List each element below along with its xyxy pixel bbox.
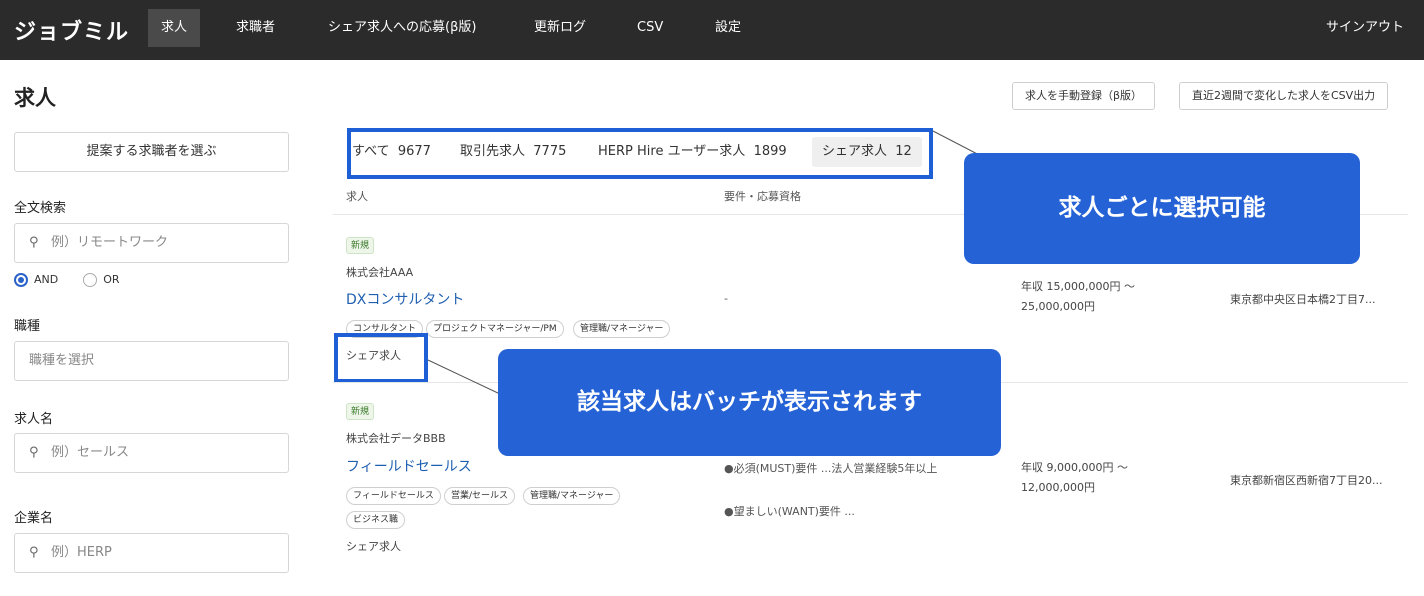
salary-line: 12,000,000円 [1021, 481, 1095, 494]
signout-link[interactable]: サインアウト [1326, 9, 1404, 47]
callout-badge-shown: 該当求人はバッチが表示されます [498, 349, 1001, 456]
manual-register-button[interactable]: 求人を手動登録（β版） [1012, 82, 1156, 110]
jobname-label: 求人名 [14, 412, 54, 427]
search-mode-radio-group: AND OR [14, 272, 120, 288]
jobtype-label: 職種 [14, 319, 41, 334]
nav-settings[interactable]: 設定 [702, 9, 754, 47]
radio-or[interactable] [83, 273, 98, 287]
radio-or-label: OR [103, 273, 120, 286]
job-tag: 管理職/マネージャー [523, 487, 621, 505]
page-title: 求人 [14, 86, 56, 110]
csv-export-button[interactable]: 直近2週間で変化した求人をCSV出力 [1179, 82, 1389, 110]
company-placeholder: 例）HERP [51, 545, 112, 560]
nav-update-log[interactable]: 更新ログ [521, 9, 599, 47]
shared-label-highlight-frame [334, 333, 428, 383]
select-candidate-button[interactable]: 提案する求職者を選ぶ [14, 132, 289, 172]
nav-jobs[interactable]: 求人 [148, 9, 201, 47]
nav-candidates[interactable]: 求職者 [223, 9, 288, 47]
tabs-highlight-frame [347, 128, 933, 179]
job-tag: プロジェクトマネージャー/PM [426, 320, 564, 338]
salary-line: 年収 9,000,000円 〜 [1021, 461, 1128, 474]
radio-and[interactable] [14, 273, 28, 287]
requirement-text: ●必須(MUST)要件 ...法人営業経験5年以上 [724, 462, 938, 475]
search-icon: ⚲ [29, 445, 39, 460]
job-tag: フィールドセールス [346, 487, 441, 505]
job-title-link[interactable]: フィールドセールス [346, 456, 472, 476]
salary: 年収 9,000,000円 〜 12,000,000円 [1021, 458, 1128, 498]
location: 東京都新宿区西新宿7丁目20... [1230, 474, 1383, 487]
connector-line-2 [427, 359, 501, 395]
callout-select-per-job: 求人ごとに選択可能 [964, 153, 1360, 264]
company-name: 株式会社AAA [346, 266, 414, 279]
app-logo[interactable]: ジョブミル [14, 14, 129, 46]
column-header-requirements: 要件・応募資格 [724, 190, 801, 203]
salary: 年収 15,000,000円 〜 25,000,000円 [1021, 277, 1135, 317]
top-navbar: ジョブミル 求人 求職者 シェア求人への応募(β版) 更新ログ CSV 設定 サ… [0, 0, 1424, 60]
jobname-placeholder: 例）セールス [51, 445, 130, 460]
job-tag: ビジネス職 [346, 511, 406, 529]
jobname-search-input[interactable]: ⚲ 例）セールス [14, 433, 289, 473]
fulltext-label: 全文検索 [14, 201, 67, 216]
company-name: 株式会社データBBB [346, 432, 446, 445]
search-icon: ⚲ [29, 235, 39, 250]
new-badge: 新規 [346, 237, 375, 254]
job-title-link[interactable]: DXコンサルタント [346, 289, 464, 309]
column-header-job: 求人 [346, 190, 368, 203]
salary-line: 年収 15,000,000円 〜 [1021, 280, 1135, 293]
jobtype-select[interactable]: 職種を選択 [14, 341, 289, 381]
shared-job-label: シェア求人 [346, 540, 401, 553]
fulltext-search-input[interactable]: ⚲ 例）リモートワーク [14, 223, 289, 263]
nav-shared-job-applications[interactable]: シェア求人への応募(β版) [315, 9, 489, 47]
job-tag: 管理職/マネージャー [573, 320, 671, 338]
company-label: 企業名 [14, 511, 54, 526]
requirement-text: - [724, 292, 728, 305]
jobtype-placeholder: 職種を選択 [29, 353, 95, 368]
salary-line: 25,000,000円 [1021, 300, 1095, 313]
fulltext-placeholder: 例）リモートワーク [51, 235, 169, 250]
company-search-input[interactable]: ⚲ 例）HERP [14, 533, 289, 573]
radio-and-label: AND [34, 273, 59, 286]
nav-csv[interactable]: CSV [624, 9, 676, 47]
search-icon: ⚲ [29, 545, 39, 560]
new-badge: 新規 [346, 403, 375, 420]
job-tag: 営業/セールス [444, 487, 516, 505]
requirement-want-text: ●望ましい(WANT)要件 ... [724, 505, 855, 518]
location: 東京都中央区日本橋2丁目7... [1230, 293, 1376, 306]
